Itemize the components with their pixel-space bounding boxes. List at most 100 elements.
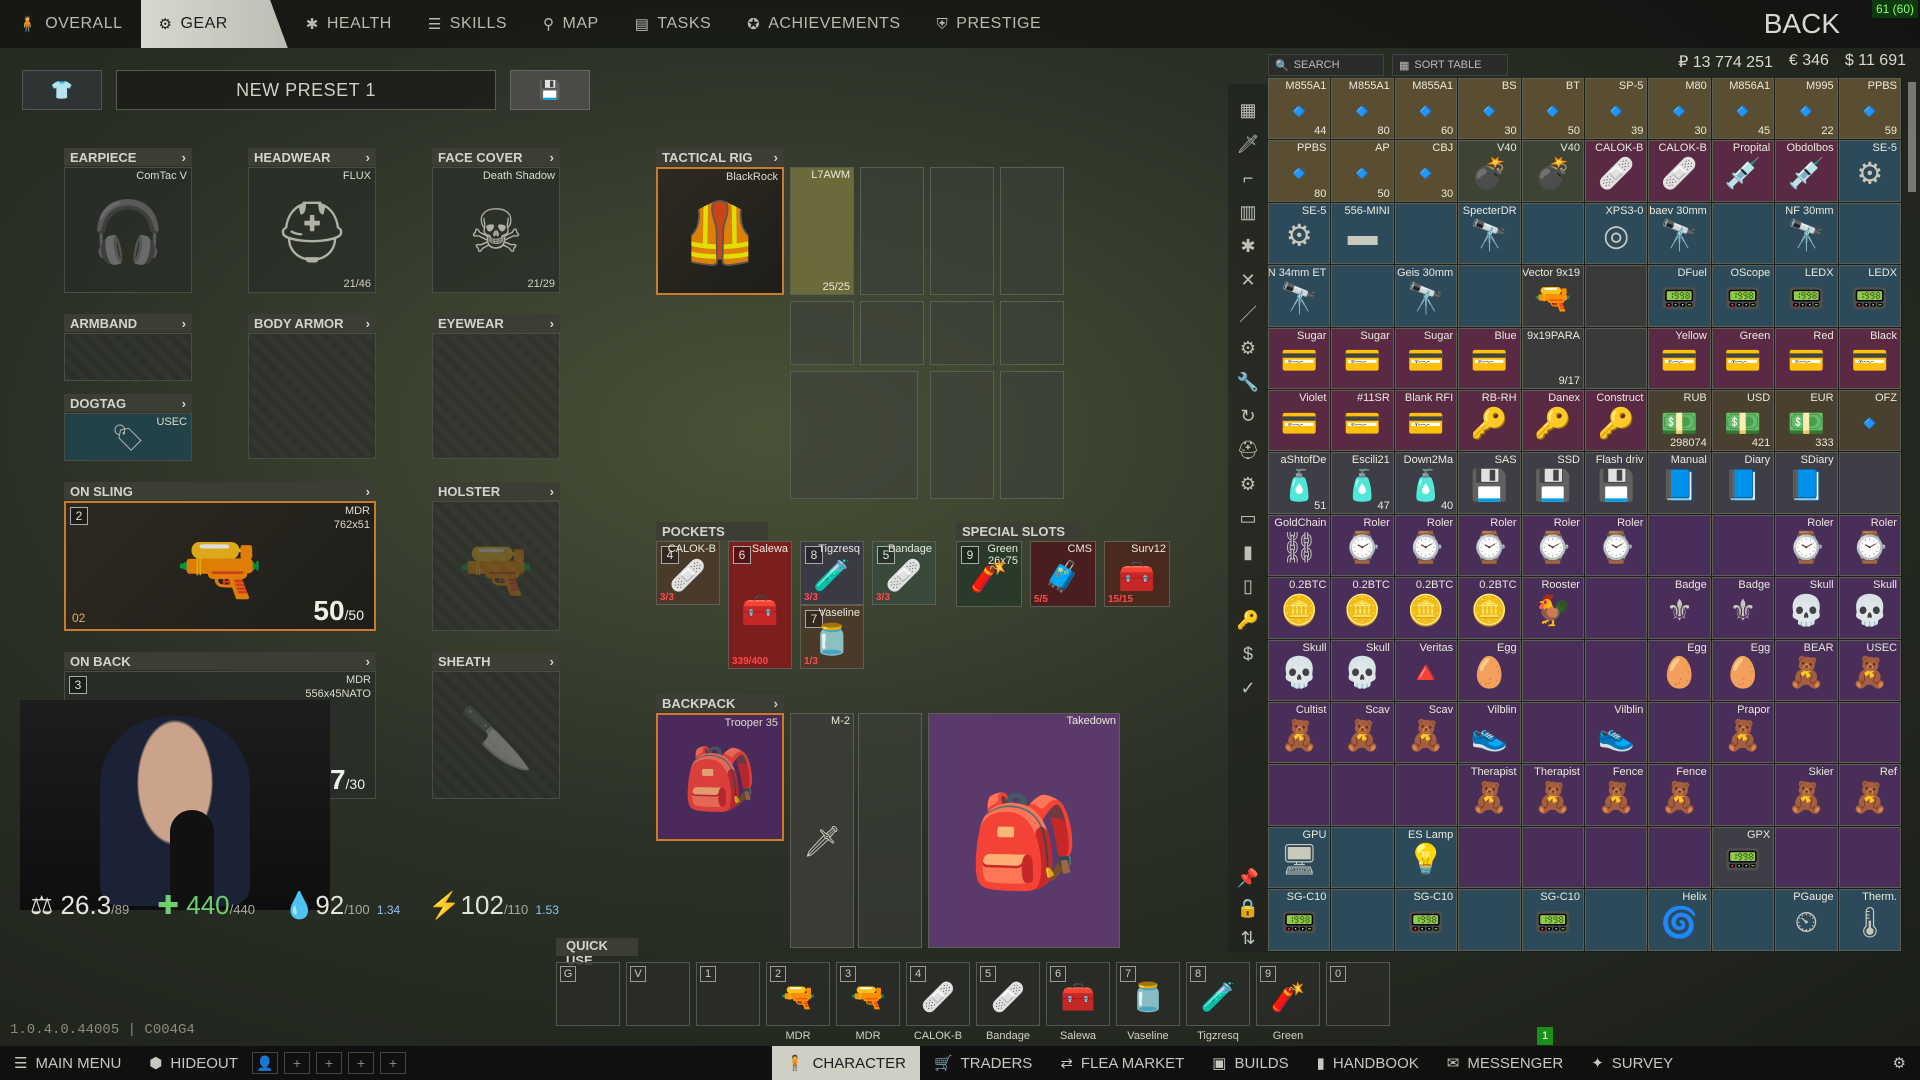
stash-item[interactable]: Badge ⚜ [1648,577,1711,639]
stash-cell[interactable] [1838,702,1901,764]
stash-item[interactable]: Geis 30mm 🔭 [1394,265,1458,327]
stash-item[interactable]: SE-5 ⚙ [1268,202,1331,265]
stash-item[interactable]: 0.2BTC 🪙 [1394,577,1458,639]
tab-achievements[interactable]: ✪ ACHIEVEMENTS [729,0,918,48]
quick-slot-4[interactable]: 4 🩹 [906,962,970,1026]
stash-cell[interactable] [1458,889,1521,951]
settings-button[interactable]: ⚙ [1879,1046,1920,1080]
tactical-rig-header[interactable]: TACTICAL RIG › [656,148,784,166]
stash-item[interactable]: V40 💣 [1521,140,1584,202]
stash-item[interactable]: Sugar 💳 [1394,327,1458,389]
tab-map[interactable]: ⚲ MAP [525,0,617,48]
outfit-button[interactable]: 👕 [22,70,102,110]
stash-cell[interactable] [1394,764,1458,826]
stash-cell[interactable] [1711,202,1775,265]
stash-cell[interactable] [1521,639,1584,701]
tools-icon[interactable]: ✕ [1234,266,1262,294]
stash-item[interactable]: Skull 💀 [1775,577,1838,639]
stash-item[interactable]: Sugar 💳 [1268,327,1331,389]
pin-icon[interactable]: 📌 [1234,864,1262,892]
stash-item[interactable]: Propital 💉 [1711,140,1775,202]
box-icon[interactable]: ▭ [1234,504,1262,532]
stash-cell[interactable] [1711,514,1775,577]
grid-icon[interactable]: ▦ [1234,96,1262,124]
rig-cell[interactable] [790,301,854,365]
stash-cell[interactable] [1394,202,1458,265]
stash-item[interactable]: BEAR 🧸 [1775,639,1838,701]
dogtag-slot[interactable]: USEC 🏷 [64,413,192,461]
body-armor-header[interactable]: BODY ARMOR › [248,314,376,332]
stash-item[interactable]: Roler ⌚ [1838,514,1901,577]
rig-cell[interactable] [930,167,994,295]
stash-item[interactable]: Roler ⌚ [1775,514,1838,577]
on-sling-header[interactable]: ON SLING › [64,482,376,500]
stash-item[interactable]: Red 💳 [1775,327,1838,389]
plus-icon[interactable]: + [347,1052,374,1074]
sheath-slot[interactable]: 🔪 [432,671,560,799]
pocket-item-salewa[interactable]: 6 Salewa 339/400 🧰 [728,541,792,669]
stash-item[interactable]: DFuel 📟 [1648,265,1711,327]
stash-item[interactable]: Yellow 💳 [1648,327,1711,389]
face-cover-slot[interactable]: Death Shadow ☠ 21/29 [432,167,560,293]
stash-item[interactable]: 0.2BTC 🪙 [1458,577,1521,639]
stash-item[interactable]: Construct 🔑 [1585,390,1648,452]
pocket-item-vaseline[interactable]: 7 Vaseline 1/3 🫙 [800,605,864,669]
headwear-header[interactable]: HEADWEAR › [248,148,376,166]
stash-item[interactable]: SG-C10 📟 [1521,889,1584,951]
rig-cell[interactable] [860,167,924,295]
tab-overall[interactable]: 🧍 OVERALL [0,0,141,48]
stash-item[interactable]: GPX 📟 [1711,826,1775,889]
tab-prestige[interactable]: ⛨ PRESTIGE [919,0,1060,48]
figure-icon[interactable]: ⛑ [1234,436,1262,464]
stash-item[interactable]: M855A1 🔹 44 [1268,78,1331,140]
stash-item[interactable]: 0.2BTC 🪙 [1331,577,1394,639]
dogtag-header[interactable]: DOGTAG › [64,394,192,412]
currency-icon[interactable]: $ [1234,640,1262,668]
nav-character[interactable]: 🧍 CHARACTER [771,1046,920,1080]
stash-item[interactable]: Egg 🥚 [1648,639,1711,701]
stash-scrollbar[interactable] [1908,82,1916,192]
pocket-item-bandage[interactable]: 5 Bandage 3/3 🩹 [872,541,936,605]
preset-name[interactable]: NEW PRESET 1 [116,70,496,110]
stash-item[interactable]: PPBS 🔹 59 [1838,78,1901,140]
stash-cell[interactable] [1458,826,1521,889]
stash-item[interactable]: CBJ 🔹 30 [1394,140,1458,202]
stash-item[interactable]: Vilblin 👟 [1585,702,1648,764]
stash-item[interactable]: RB-RH 🔑 [1458,390,1521,452]
quick-slot-3[interactable]: 3 🔫 [836,962,900,1026]
pistol-icon[interactable]: ⌐ [1234,164,1262,192]
stash-item[interactable]: EUR 💵 333 [1775,390,1838,452]
stash-item[interactable]: Manual 📘 [1648,452,1711,514]
stash-cell[interactable] [1585,327,1648,389]
stash-cell[interactable] [1838,826,1901,889]
stash-cell[interactable] [1331,826,1394,889]
stash-cell[interactable] [1711,764,1775,826]
earpiece-slot[interactable]: ComTac V 🎧 [64,167,192,293]
stash-item[interactable]: Roler ⌚ [1585,514,1648,577]
nav-builds[interactable]: ▣ BUILDS [1198,1046,1302,1080]
stash-item[interactable]: Roler ⌚ [1394,514,1458,577]
plus-icon[interactable]: + [379,1052,406,1074]
stash-item[interactable]: Danex 🔑 [1521,390,1584,452]
stash-item[interactable]: GPU 🖥 [1268,826,1331,889]
stash-item[interactable]: Vector 9x19 🔫 [1521,265,1584,327]
stash-item[interactable]: Lobaev 30mm🔭 [1648,202,1711,265]
stash-item[interactable]: OFZ 🔹 [1838,390,1901,452]
stash-item[interactable]: BT 🔹 50 [1521,78,1584,140]
stash-item[interactable]: XPS3-0 ◎ [1585,202,1648,265]
stash-item[interactable]: Skull 💀 [1838,577,1901,639]
tab-health[interactable]: ✱ HEALTH [288,0,410,48]
stash-item[interactable]: Fence 🧸 [1648,764,1711,826]
rig-cell[interactable] [1000,167,1064,295]
stash-item[interactable]: M856A1 🔹 45 [1711,78,1775,140]
quick-slot-v[interactable]: V [626,962,690,1026]
stash-item[interactable]: Roler ⌚ [1331,514,1394,577]
eyewear-slot[interactable] [432,333,560,459]
save-preset-button[interactable]: 💾 [510,70,590,110]
book-icon[interactable]: ▯ [1234,572,1262,600]
stash-item[interactable]: Veritas 🔺 [1394,639,1458,701]
stash-item[interactable]: SE-5 ⚙ [1838,140,1901,202]
ammo-icon[interactable]: ▥ [1234,198,1262,226]
nav-main-menu[interactable]: ☰ MAIN MENU [0,1046,135,1080]
stash-item[interactable]: SAS 💾 [1458,452,1521,514]
